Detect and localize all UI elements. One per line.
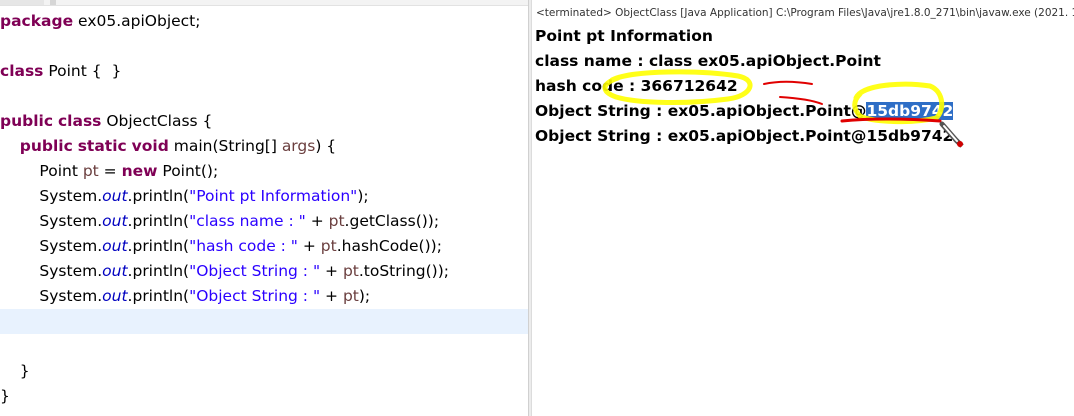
code-token-fld: out (102, 212, 128, 230)
code-token-var: pt (328, 212, 345, 230)
code-token: } (0, 387, 10, 405)
code-token: ex05.apiObject; (73, 12, 201, 30)
code-line[interactable]: System.out.println("Object String : " + … (0, 284, 528, 309)
code-token-str: "Point pt Information" (189, 187, 358, 205)
code-line[interactable] (0, 84, 528, 109)
code-token: System. (0, 287, 103, 305)
code-token-kw: static (77, 137, 127, 155)
code-token: ObjectClass { (101, 112, 213, 130)
code-line[interactable]: System.out.println("Object String : " + … (0, 259, 528, 284)
code-token: .println( (127, 262, 190, 280)
code-token: main(String[] (168, 137, 282, 155)
code-token-fld: out (102, 187, 128, 205)
code-line[interactable]: System.out.println("class name : " + pt.… (0, 209, 528, 234)
console-line[interactable]: Object String : ex05.apiObject.Point@15d… (535, 124, 953, 149)
code-token-kw: public (19, 137, 73, 155)
code-token: .getClass()); (344, 212, 440, 230)
code-line[interactable] (0, 34, 528, 59)
code-token-var: pt (342, 262, 359, 280)
code-token-fld: out (102, 262, 128, 280)
console-line[interactable]: hash code : 366712642 (535, 74, 738, 99)
code-token: .println( (127, 212, 190, 230)
console-line[interactable]: Point pt Information (535, 24, 713, 49)
code-token-str: "hash code : " (189, 237, 298, 255)
code-token-kw: package (0, 12, 74, 30)
code-token: System. (0, 212, 103, 230)
code-line[interactable]: public static void main(String[] args) { (0, 134, 528, 159)
code-token-kw: class (57, 112, 102, 130)
console-text: Object String : ex05.apiObject.Point@ (535, 102, 867, 120)
console-status: <terminated> ObjectClass [Java Applicati… (536, 7, 1074, 19)
code-token: System. (0, 237, 103, 255)
code-token: System. (0, 187, 103, 205)
console-text: hash code : 366712642 (535, 77, 738, 95)
code-token-str: "Object String : " (189, 262, 321, 280)
code-token: Point(); (157, 162, 219, 180)
code-line[interactable] (0, 309, 528, 334)
code-token: .println( (127, 287, 190, 305)
code-token-var: pt (320, 237, 337, 255)
code-line[interactable]: System.out.println("hash code : " + pt.h… (0, 234, 528, 259)
editor-tab[interactable] (0, 0, 44, 5)
code-token: .hashCode()); (336, 237, 442, 255)
console-line[interactable]: Object String : ex05.apiObject.Point@15d… (535, 99, 954, 124)
code-line[interactable]: public class ObjectClass { (0, 109, 528, 134)
selected-text[interactable]: 15db9742 (866, 102, 954, 120)
console-line[interactable]: class name : class ex05.apiObject.Point (535, 49, 881, 74)
code-token: + (320, 287, 343, 305)
code-token-var: pt (342, 287, 359, 305)
console-view[interactable]: <terminated> ObjectClass [Java Applicati… (532, 0, 1074, 416)
code-token: Point (0, 162, 83, 180)
code-token: = (98, 162, 122, 180)
code-token-fld: out (102, 237, 128, 255)
code-token: + (320, 262, 343, 280)
code-token-var: args (281, 137, 316, 155)
code-token: ); (357, 187, 369, 205)
code-token: .println( (127, 237, 190, 255)
code-token-kw: public (0, 112, 54, 130)
code-token-var: pt (82, 162, 99, 180)
code-token: .toString()); (358, 262, 449, 280)
code-token-kw: new (121, 162, 158, 180)
code-token: ); (358, 287, 371, 305)
code-line[interactable]: package ex05.apiObject; (0, 9, 528, 34)
code-token: System. (0, 262, 103, 280)
code-token: } (0, 362, 30, 380)
code-line[interactable]: Point pt = new Point(); (0, 159, 528, 184)
code-line[interactable] (0, 334, 528, 359)
code-token-str: "Object String : " (189, 287, 321, 305)
code-token-fld: out (102, 287, 128, 305)
console-text: Object String : ex05.apiObject.Point@15d… (535, 127, 954, 145)
code-line[interactable]: System.out.println("Point pt Information… (0, 184, 528, 209)
code-line[interactable]: } (0, 384, 528, 409)
code-token: + (305, 212, 329, 230)
tab-close-icon[interactable] (50, 0, 56, 5)
code-token-str: "class name : " (189, 212, 306, 230)
console-text: class name : class ex05.apiObject.Point (535, 52, 881, 70)
code-line[interactable]: class Point { } (0, 59, 528, 84)
code-line[interactable]: } (0, 359, 528, 384)
code-token: ) { (315, 137, 337, 155)
code-editor[interactable]: package ex05.apiObject; class Point { } pu… (0, 0, 528, 416)
code-token-kw: class (0, 62, 44, 80)
code-token: + (297, 237, 321, 255)
console-text: Point pt Information (535, 27, 713, 45)
code-token-kw: void (131, 137, 169, 155)
editor-tab-strip (0, 0, 528, 6)
code-token: Point { } (43, 62, 122, 80)
code-token: .println( (127, 187, 190, 205)
